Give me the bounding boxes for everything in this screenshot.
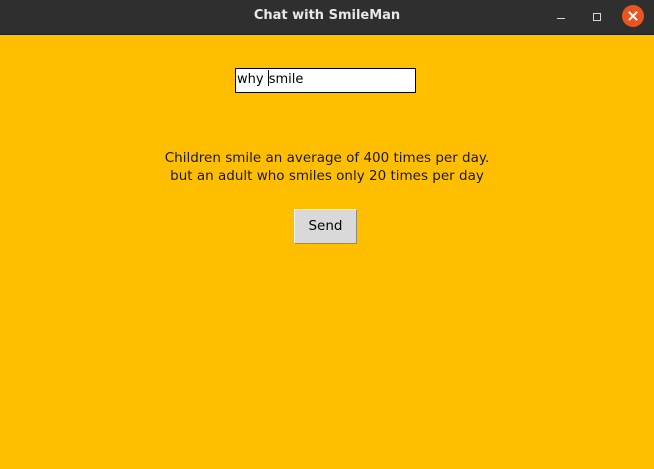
chat-input-text-after-caret: smile [268,72,304,87]
app-window: Chat with SmileMan why smile Children sm… [0,0,654,469]
main-panel: why smile Children smile an average of 4… [0,35,654,469]
minimize-icon[interactable] [550,6,572,28]
response-line-2: but an adult who smiles only 20 times pe… [170,168,484,184]
chat-input-text-before-caret: why [237,72,268,87]
response-label: Children smile an average of 400 times p… [0,149,654,185]
chat-input[interactable]: why smile [235,68,416,93]
close-icon[interactable] [622,5,644,27]
send-button[interactable]: Send [294,209,357,244]
response-line-1: Children smile an average of 400 times p… [164,150,490,166]
title-bar[interactable]: Chat with SmileMan [0,0,654,35]
maximize-icon[interactable] [586,6,608,28]
